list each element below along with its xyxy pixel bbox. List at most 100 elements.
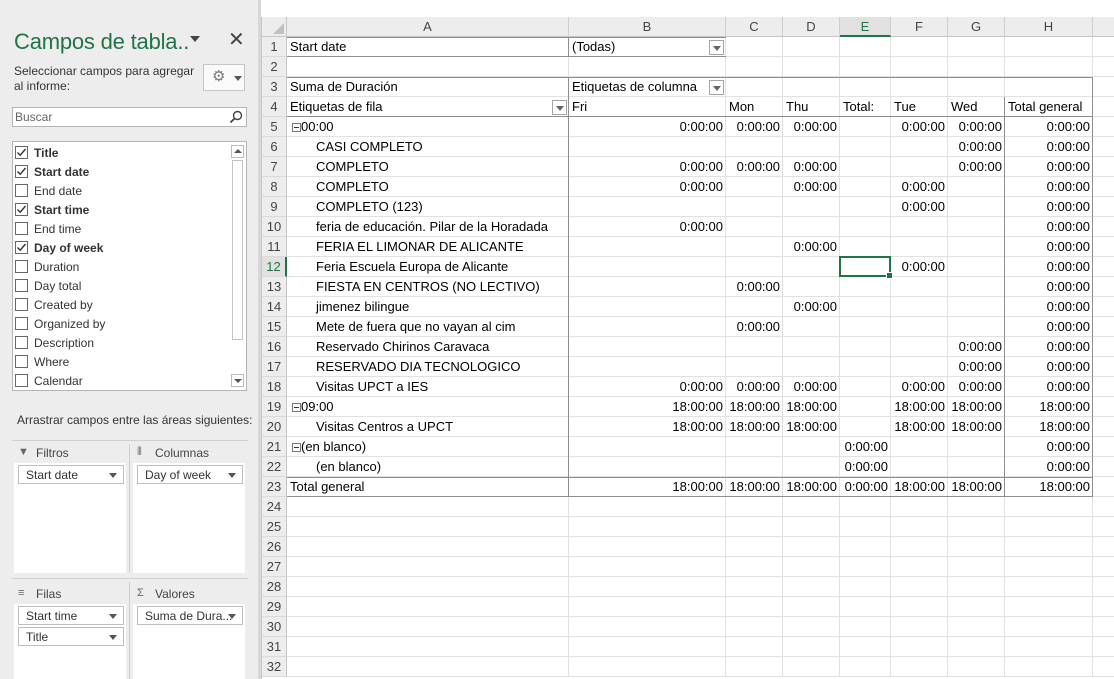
value-cell[interactable]: 0:00:00	[726, 277, 780, 297]
row-header[interactable]: 26	[262, 537, 287, 557]
filter-value[interactable]: (Todas)	[572, 37, 615, 57]
field-item[interactable]: Start time	[15, 201, 230, 220]
row-header[interactable]: 3	[262, 77, 287, 97]
value-cell[interactable]: 0:00:00	[948, 157, 1002, 177]
column-label[interactable]: Total general	[1008, 97, 1082, 117]
row-header[interactable]: 5	[262, 117, 287, 137]
area-chip[interactable]: Suma de Dura...	[137, 606, 243, 625]
field-item[interactable]: Day of week	[15, 239, 230, 258]
field-item[interactable]: Created by	[15, 296, 230, 315]
value-cell[interactable]: 0:00:00	[1005, 217, 1090, 237]
row-header[interactable]: 14	[262, 297, 287, 317]
row-header[interactable]: 22	[262, 457, 287, 477]
value-cell[interactable]: 0:00:00	[1005, 197, 1090, 217]
grand-total-value[interactable]: 18:00:00	[1005, 477, 1090, 497]
field-item[interactable]: Title	[15, 144, 230, 163]
column-label[interactable]: Total:	[843, 97, 874, 117]
row-header[interactable]: 15	[262, 317, 287, 337]
value-cell[interactable]: 0:00:00	[891, 117, 945, 137]
column-header[interactable]: A	[287, 17, 569, 37]
checkbox[interactable]	[15, 317, 28, 330]
value-cell[interactable]: 18:00:00	[891, 417, 945, 437]
value-cell[interactable]: 0:00:00	[840, 437, 888, 457]
value-cell[interactable]: 0:00:00	[783, 297, 837, 317]
value-cell[interactable]: 0:00:00	[726, 317, 780, 337]
close-icon[interactable]: ✕	[228, 29, 245, 51]
collapse-icon[interactable]	[292, 443, 301, 452]
value-cell[interactable]: 0:00:00	[783, 237, 837, 257]
row-header[interactable]: 17	[262, 357, 287, 377]
field-item[interactable]: Where	[15, 353, 230, 372]
value-cell[interactable]: 0:00:00	[948, 357, 1002, 377]
row-item-label[interactable]: COMPLETO (123)	[316, 197, 423, 217]
column-label[interactable]: Tue	[894, 97, 916, 117]
row-header[interactable]: 27	[262, 557, 287, 577]
scroll-thumb[interactable]	[232, 160, 243, 340]
value-cell[interactable]: 0:00:00	[569, 117, 723, 137]
chevron-down-icon[interactable]	[228, 473, 236, 478]
value-cell[interactable]: 0:00:00	[726, 157, 780, 177]
row-header[interactable]: 7	[262, 157, 287, 177]
checkbox[interactable]	[15, 298, 28, 311]
row-header[interactable]: 1	[262, 37, 287, 57]
search-icon[interactable]	[228, 109, 244, 125]
row-header[interactable]: 20	[262, 417, 287, 437]
column-header[interactable]: C	[726, 17, 783, 37]
value-cell[interactable]: 0:00:00	[891, 257, 945, 277]
worksheet-grid[interactable]: ABCDEFGH 1 2 3 4 5 6 7 8 9 10 11 12 13 14 15 16 17 18 19 20…	[261, 17, 1114, 679]
grand-total-value[interactable]: 18:00:00	[783, 477, 837, 497]
checkbox-checked[interactable]	[15, 146, 28, 159]
column-header[interactable]: F	[891, 17, 948, 37]
filter-field-label[interactable]: Start date	[290, 37, 346, 57]
row-header[interactable]: 11	[262, 237, 287, 257]
value-cell[interactable]: 0:00:00	[569, 377, 723, 397]
field-item[interactable]: End time	[15, 220, 230, 239]
value-cell[interactable]: 0:00:00	[891, 177, 945, 197]
row-header[interactable]: 16	[262, 337, 287, 357]
row-header[interactable]: 31	[262, 637, 287, 657]
grand-total-value[interactable]: 0:00:00	[840, 477, 888, 497]
value-cell[interactable]: 0:00:00	[1005, 437, 1090, 457]
value-cell[interactable]: 0:00:00	[726, 117, 780, 137]
scroll-down-icon[interactable]	[231, 374, 244, 387]
value-cell[interactable]: 0:00:00	[783, 157, 837, 177]
chevron-down-icon[interactable]	[109, 473, 117, 478]
row-item-label[interactable]: jimenez bilingue	[316, 297, 409, 317]
column-label[interactable]: Wed	[951, 97, 978, 117]
area-chip[interactable]: Start time	[18, 606, 124, 625]
column-header[interactable]: D	[783, 17, 840, 37]
chevron-down-icon[interactable]	[228, 614, 236, 619]
collapse-icon[interactable]	[292, 123, 301, 132]
row-header[interactable]: 4	[262, 97, 287, 117]
value-cell[interactable]: 18:00:00	[569, 417, 723, 437]
field-item[interactable]: Day total	[15, 277, 230, 296]
collapse-icon[interactable]	[292, 403, 301, 412]
row-labels-header[interactable]: Etiquetas de fila	[290, 97, 383, 117]
row-item-label[interactable]: CASI COMPLETO	[316, 137, 423, 157]
value-cell[interactable]: 0:00:00	[1005, 277, 1090, 297]
row-group-label[interactable]: 00:00	[301, 117, 334, 137]
row-item-label[interactable]: FERIA EL LIMONAR DE ALICANTE	[316, 237, 524, 257]
column-label[interactable]: Fri	[572, 97, 587, 117]
pane-options-chevron-icon[interactable]	[190, 36, 200, 42]
row-item-label[interactable]: Reservado Chirinos Caravaca	[316, 337, 489, 357]
row-item-label[interactable]: Visitas Centros a UPCT	[316, 417, 453, 437]
tools-gear-button[interactable]: ⚙	[203, 64, 245, 91]
column-header[interactable]: H	[1005, 17, 1093, 37]
value-cell[interactable]: 18:00:00	[1005, 417, 1090, 437]
filter-dropdown-button[interactable]	[709, 40, 724, 55]
value-cell[interactable]: 0:00:00	[891, 197, 945, 217]
value-cell[interactable]: 0:00:00	[783, 377, 837, 397]
value-cell[interactable]: 18:00:00	[948, 417, 1002, 437]
row-item-label[interactable]: COMPLETO	[316, 177, 389, 197]
row-header[interactable]: 8	[262, 177, 287, 197]
scroll-up-icon[interactable]	[231, 145, 244, 158]
area-chip[interactable]: Day of week	[137, 465, 243, 484]
value-cell[interactable]: 0:00:00	[726, 377, 780, 397]
values-label[interactable]: Suma de Duración	[290, 77, 398, 97]
checkbox[interactable]	[15, 336, 28, 349]
search-input[interactable]	[15, 109, 220, 125]
row-header[interactable]: 29	[262, 597, 287, 617]
row-header[interactable]: 6	[262, 137, 287, 157]
value-cell[interactable]: 0:00:00	[1005, 297, 1090, 317]
